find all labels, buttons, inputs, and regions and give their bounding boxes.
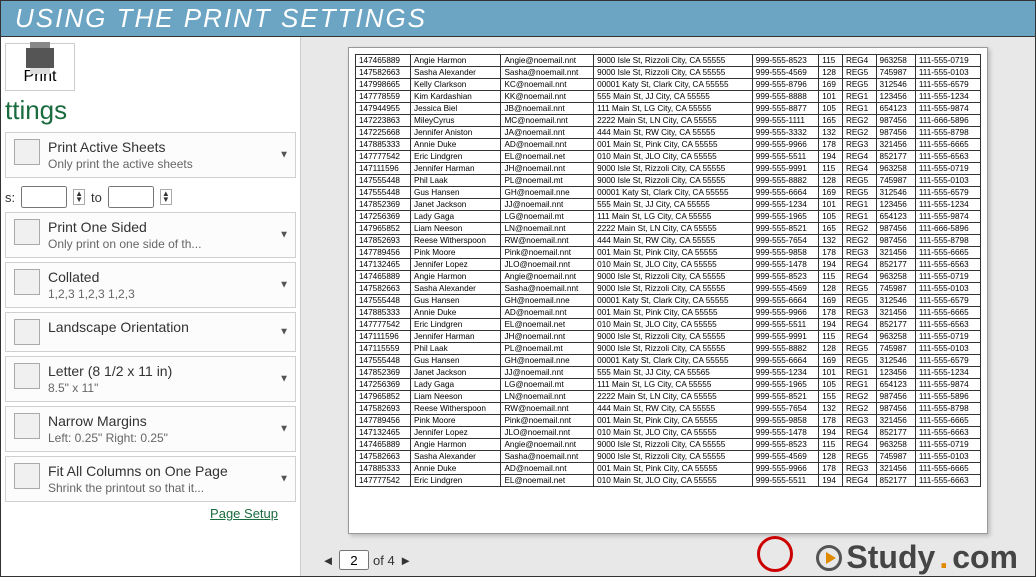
table-row: 147115559Phil LaakPL@noemail.mt9000 Isle… — [356, 343, 981, 355]
print-button[interactable]: Print — [5, 43, 75, 91]
table-row: 147132465Jennifer LopezJLO@noemail.nnt01… — [356, 427, 981, 439]
settings-heading-partial: ttings — [5, 95, 296, 126]
table-row: 147582663Sasha AlexanderSasha@noemail.nn… — [356, 67, 981, 79]
option-title: Letter (8 1/2 x 11 in) — [48, 363, 287, 379]
table-row: 147965852Liam NeesonLN@noemail.nnt2222 M… — [356, 223, 981, 235]
page-number-input[interactable] — [339, 550, 369, 570]
option-icon — [14, 269, 40, 295]
page-total-label: of 4 — [373, 553, 395, 568]
page-to-input[interactable] — [108, 186, 154, 208]
table-row: 147223863MileyCyrusMC@noemail.nnt2222 Ma… — [356, 115, 981, 127]
option-subtitle: 8.5" x 11" — [48, 381, 287, 395]
spinner[interactable]: ▲▼ — [73, 189, 85, 205]
table-row: 147885333Annie DukeAD@noemail.nnt001 Mai… — [356, 307, 981, 319]
table-row: 147777542Eric LindgrenEL@noemail.net010 … — [356, 475, 981, 487]
table-row: 147111596Jennifer HarmanJH@noemail.nnt90… — [356, 163, 981, 175]
table-row: 147582663Sasha AlexanderSasha@noemail.nn… — [356, 283, 981, 295]
table-row: 147256369Lady GagaLG@noemail.mt111 Main … — [356, 211, 981, 223]
table-row: 147555448Phil LaakPL@noemail.mt9000 Isle… — [356, 175, 981, 187]
print-option-2[interactable]: Collated 1,2,3 1,2,3 1,2,3▼ — [5, 262, 296, 308]
page-from-input[interactable] — [21, 186, 67, 208]
option-subtitle: Only print the active sheets — [48, 157, 287, 171]
option-title: Print One Sided — [48, 219, 287, 235]
option-icon — [14, 319, 40, 345]
option-subtitle: Only print on one side of th... — [48, 237, 287, 251]
chevron-down-icon: ▼ — [279, 230, 289, 241]
preview-panel: 147465889Angie HarmonAngie@noemail.nnt90… — [301, 37, 1035, 576]
print-backstage: Print ttings Print Active Sheets Only pri… — [0, 37, 1036, 577]
table-row: 147465889Angie HarmonAngie@noemail.nnt90… — [356, 439, 981, 451]
print-option-4[interactable]: Letter (8 1/2 x 11 in) 8.5" x 11"▼ — [5, 356, 296, 402]
preview-page: 147465889Angie HarmonAngie@noemail.nnt90… — [348, 47, 988, 534]
table-row: 147852693Reese WitherspoonRW@noemail.nnt… — [356, 235, 981, 247]
option-icon — [14, 413, 40, 439]
option-icon — [14, 219, 40, 245]
table-row: 147225668Jennifer AnistonJA@noemail.nnt4… — [356, 127, 981, 139]
print-option-5[interactable]: Narrow Margins Left: 0.25" Right: 0.25"▼ — [5, 406, 296, 452]
chevron-down-icon: ▼ — [279, 424, 289, 435]
settings-panel: Print ttings Print Active Sheets Only pri… — [1, 37, 301, 576]
table-row: 147465889Angie HarmonAngie@noemail.nnt90… — [356, 271, 981, 283]
print-option-1[interactable]: Print One Sided Only print on one side of… — [5, 212, 296, 258]
table-row: 147582663Sasha AlexanderSasha@noemail.nn… — [356, 451, 981, 463]
table-row: 147465889Angie HarmonAngie@noemail.nnt90… — [356, 55, 981, 67]
chevron-down-icon: ▼ — [279, 150, 289, 161]
option-subtitle: 1,2,3 1,2,3 1,2,3 — [48, 287, 287, 301]
brand-dot: . — [939, 539, 948, 576]
table-row: 147555448Gus HansenGH@noemail.nne00001 K… — [356, 295, 981, 307]
table-row: 147777542Eric LindgrenEL@noemail.net010 … — [356, 319, 981, 331]
table-row: 147965852Liam NeesonLN@noemail.nnt2222 M… — [356, 391, 981, 403]
table-row: 147885333Annie DukeAD@noemail.nnt001 Mai… — [356, 463, 981, 475]
print-option-3[interactable]: Landscape Orientation▼ — [5, 312, 296, 352]
data-table: 147465889Angie HarmonAngie@noemail.nnt90… — [355, 54, 981, 487]
option-title: Fit All Columns on One Page — [48, 463, 287, 479]
table-row: 147789456Pink MoorePink@noemail.nnt001 M… — [356, 415, 981, 427]
next-page-button[interactable]: ► — [399, 553, 413, 568]
preview-area: 147465889Angie HarmonAngie@noemail.nnt90… — [301, 37, 1035, 544]
table-row: 147789456Pink MoorePink@noemail.nnt001 M… — [356, 247, 981, 259]
table-row: 147852369Janet JacksonJJ@noemail.nnt555 … — [356, 367, 981, 379]
chevron-down-icon: ▼ — [279, 327, 289, 338]
page-setup-link[interactable]: Page Setup — [5, 506, 296, 521]
table-row: 147852369Janet JacksonJJ@noemail.nnt555 … — [356, 199, 981, 211]
option-subtitle: Left: 0.25" Right: 0.25" — [48, 431, 287, 445]
prev-page-button[interactable]: ◄ — [321, 553, 335, 568]
option-title: Collated — [48, 269, 287, 285]
brand-com: com — [952, 539, 1018, 576]
option-subtitle: Shrink the printout so that it... — [48, 481, 287, 495]
table-row: 147555448Gus HansenGH@noemail.nne00001 K… — [356, 187, 981, 199]
page-range: s:▲▼ to ▲▼ — [5, 182, 296, 212]
table-row: 147944955Jessica BielJB@noemail.nnt111 M… — [356, 103, 981, 115]
brand-text: Study — [846, 539, 935, 576]
table-row: 147998665Kelly ClarksonKC@noemail.nnt000… — [356, 79, 981, 91]
option-title: Landscape Orientation — [48, 319, 287, 335]
option-icon — [14, 363, 40, 389]
chevron-down-icon: ▼ — [279, 474, 289, 485]
lesson-title-bar: USING THE PRINT SETTINGS — [0, 0, 1036, 37]
table-row: 147582693Reese WitherspoonRW@noemail.nnt… — [356, 403, 981, 415]
table-row: 147256369Lady GagaLG@noemail.mt111 Main … — [356, 379, 981, 391]
table-row: 147111596Jennifer HarmanJH@noemail.nnt90… — [356, 331, 981, 343]
print-option-6[interactable]: Fit All Columns on One Page Shrink the pr… — [5, 456, 296, 502]
table-row: 147555448Gus HansenGH@noemail.nne00001 K… — [356, 355, 981, 367]
option-title: Narrow Margins — [48, 413, 287, 429]
table-row: 147777542Eric LindgrenEL@noemail.net010 … — [356, 151, 981, 163]
play-icon — [816, 545, 842, 571]
option-icon — [14, 463, 40, 489]
spinner[interactable]: ▲▼ — [160, 189, 172, 205]
print-option-0[interactable]: Print Active Sheets Only print the active… — [5, 132, 296, 178]
chevron-down-icon: ▼ — [279, 374, 289, 385]
option-icon — [14, 139, 40, 165]
option-title: Print Active Sheets — [48, 139, 287, 155]
study-watermark: Study.com — [816, 539, 1018, 576]
table-row: 147778559Kim KardashianKK@noemail.nnt555… — [356, 91, 981, 103]
chevron-down-icon: ▼ — [279, 280, 289, 291]
printer-icon — [26, 48, 54, 68]
table-row: 147885333Annie DukeAD@noemail.nnt001 Mai… — [356, 139, 981, 151]
table-row: 147132465Jennifer LopezJLO@noemail.nnt01… — [356, 259, 981, 271]
